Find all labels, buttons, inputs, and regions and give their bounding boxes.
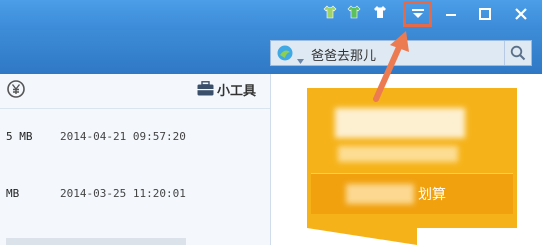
blurred-title [335, 108, 465, 138]
highlight-box [403, 1, 432, 27]
search-button[interactable] [504, 41, 531, 65]
close-icon[interactable] [510, 4, 532, 24]
file-date: 2014-03-25 11:20:01 [60, 187, 186, 200]
partial-row [6, 238, 186, 245]
skin-shirt-icon[interactable] [372, 4, 388, 20]
blurred-cta [346, 184, 414, 204]
blurred-subtitle [338, 146, 458, 162]
annotation-arrow [373, 31, 409, 102]
minimize-icon[interactable] [440, 4, 462, 24]
file-size: MB [6, 187, 20, 200]
skin-shirt-icon[interactable] [322, 4, 338, 20]
engine-dropdown-icon[interactable] [297, 50, 304, 69]
search-icon [510, 45, 526, 65]
banner-cta-text: 划算 [418, 187, 446, 203]
skin-shirt-icon[interactable] [346, 4, 362, 20]
toolbox-icon[interactable] [197, 81, 214, 100]
banner-fold [307, 228, 417, 245]
maximize-icon[interactable] [474, 4, 496, 24]
browser-logo-icon[interactable] [276, 44, 294, 66]
file-date: 2014-04-21 09:57:20 [60, 130, 186, 143]
tools-label[interactable]: 小工具 [217, 80, 256, 99]
file-size: 5 MB [6, 130, 33, 143]
yuan-coin-icon[interactable] [6, 79, 26, 103]
